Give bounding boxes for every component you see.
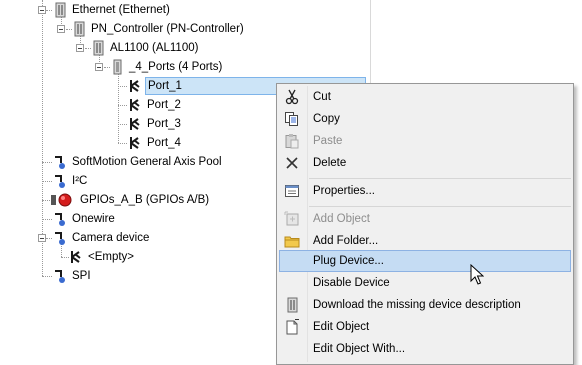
- folder-icon: [284, 236, 300, 248]
- menu-item-label: Add Folder...: [313, 235, 379, 247]
- axis-icon: [55, 156, 65, 169]
- port-icon: [130, 80, 140, 92]
- tree-line: [42, 200, 50, 201]
- collapse-toggle[interactable]: [95, 63, 103, 71]
- port-icon: [130, 137, 140, 149]
- axis-icon: [55, 175, 65, 188]
- device-icon: [93, 40, 104, 56]
- tree-line: [118, 124, 127, 125]
- properties-icon: [285, 185, 299, 197]
- tree-item-label: GPIOs_A_B (GPIOs A/B): [80, 194, 210, 206]
- tree-line: [42, 162, 52, 163]
- tree-item-label: PN_Controller (PN-Controller): [91, 23, 244, 35]
- tree-item-label: Port_3: [147, 118, 181, 130]
- axis-icon: [55, 232, 65, 245]
- menu-item-label: Disable Device: [313, 277, 390, 289]
- port-icon: [130, 99, 140, 111]
- mouse-cursor-icon: [470, 264, 484, 285]
- axis-icon: [55, 213, 65, 226]
- device-icon: [287, 297, 298, 313]
- tree-item-label: Port_4: [147, 137, 181, 149]
- add-object-icon: [284, 211, 299, 226]
- tree-item-label: Camera device: [72, 232, 150, 244]
- copy-icon: [285, 112, 298, 126]
- tree-item-label: SPI: [72, 270, 91, 282]
- tree-item-label: Port_2: [147, 99, 181, 111]
- menu-item-label: Cut: [313, 91, 331, 103]
- paste-icon: [285, 134, 299, 149]
- collapse-toggle[interactable]: [38, 6, 46, 14]
- collapse-toggle[interactable]: [76, 44, 84, 52]
- collapse-toggle[interactable]: [38, 234, 46, 242]
- tree-item-label: AL1100 (AL1100): [110, 42, 199, 54]
- axis-icon: [55, 270, 65, 283]
- port-icon: [130, 118, 140, 130]
- tree-line: [42, 276, 52, 277]
- menu-separator: [309, 206, 571, 207]
- menu-item-disable-device[interactable]: Disable Device: [279, 272, 571, 294]
- menu-item-edit-object-with[interactable]: Edit Object With...: [279, 338, 571, 360]
- tree-item-label: I²C: [72, 175, 88, 187]
- tree-line: [118, 86, 127, 87]
- tree-line: [42, 181, 52, 182]
- gpio-icon: [51, 193, 72, 207]
- menu-item-label: Add Object: [313, 213, 370, 225]
- menu-item-add-object[interactable]: Add Object: [279, 208, 571, 230]
- menu-separator: [309, 178, 571, 179]
- menu-item-label: Plug Device...: [313, 255, 384, 267]
- menu-item-add-folder[interactable]: Add Folder...: [279, 230, 571, 252]
- menu-item-label: Copy: [313, 113, 340, 125]
- menu-item-paste[interactable]: Paste: [279, 130, 571, 152]
- delete-icon: [286, 157, 298, 169]
- menu-item-label: Delete: [313, 157, 347, 169]
- tree-item-label: _4_Ports (4 Ports): [129, 61, 223, 73]
- menu-item-label: Edit Object: [313, 321, 370, 333]
- tree-line: [118, 143, 127, 144]
- menu-item-plug-device[interactable]: Plug Device...: [279, 250, 571, 272]
- collapse-toggle[interactable]: [57, 25, 65, 33]
- tree-item-label: <Empty>: [88, 251, 135, 263]
- tree-item-label: Ethernet (Ethernet): [72, 4, 170, 16]
- menu-item-copy[interactable]: Copy: [279, 108, 571, 130]
- tree-line: [42, 219, 52, 220]
- tree-item-label: SoftMotion General Axis Pool: [72, 156, 222, 168]
- tree-line: [118, 105, 127, 106]
- edit-object-icon: [286, 319, 299, 335]
- menu-item-download-device-description[interactable]: Download the missing device description: [279, 294, 571, 316]
- device-icon: [113, 59, 122, 75]
- scissors-icon: [285, 89, 299, 105]
- menu-item-label: Edit Object With...: [313, 343, 406, 355]
- menu-item-cut[interactable]: Cut: [279, 86, 571, 108]
- tree-line: [118, 71, 119, 143]
- tree-item-label: Onewire: [72, 213, 115, 225]
- menu-item-edit-object[interactable]: Edit Object: [279, 316, 571, 338]
- device-icon: [74, 21, 85, 37]
- menu-item-label: Paste: [313, 135, 343, 147]
- menu-item-label: Properties...: [313, 185, 375, 197]
- device-icon: [55, 2, 66, 18]
- menu-item-properties[interactable]: Properties...: [279, 180, 571, 202]
- context-menu: Cut Copy Paste Delete Properties... Add …: [276, 83, 574, 365]
- menu-item-label: Download the missing device description: [313, 299, 521, 311]
- menu-item-delete[interactable]: Delete: [279, 152, 571, 174]
- port-icon: [71, 251, 81, 263]
